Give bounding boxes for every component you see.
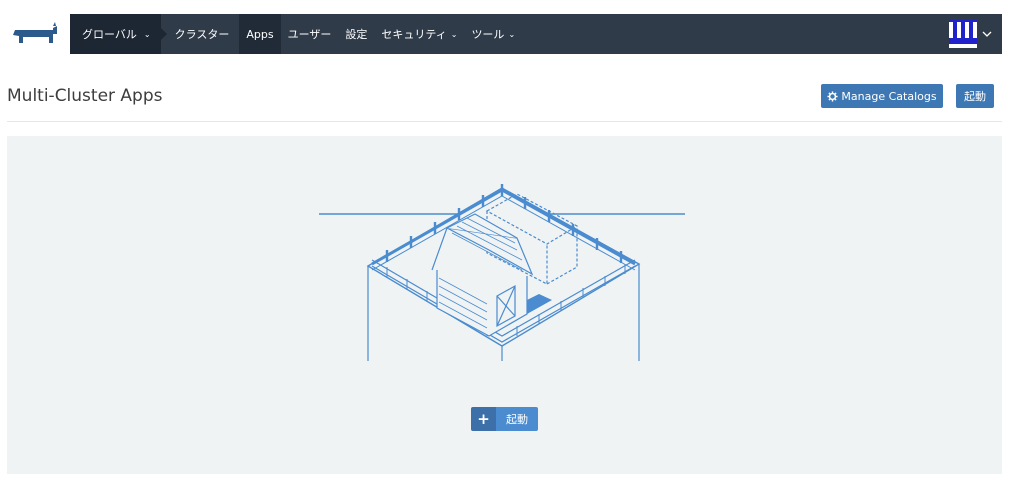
avatar-icon [949,20,977,48]
launch-button-label: 起動 [964,90,986,103]
manage-catalogs-button[interactable]: Manage Catalogs [821,84,943,108]
barn-farm-illustration [319,184,685,361]
launch-button[interactable]: 起動 [956,84,994,108]
gear-icon [827,90,838,102]
nav-item-cluster[interactable]: クラスター [160,14,240,54]
nav-item-security-label: セキュリティ [381,28,447,41]
nav-item-tools[interactable]: ツール ⌄ [464,14,522,54]
empty-state-launch-button[interactable]: + 起動 [471,407,538,431]
nav-item-apps[interactable]: Apps [239,14,281,54]
chevron-down-icon [982,31,992,37]
chevron-down-icon: ⌄ [450,29,458,39]
nav-item-tools-label: ツール [471,28,505,41]
chevron-down-icon: ⌄ [508,29,516,39]
header-divider [7,121,1002,122]
empty-state-launch-label: 起動 [496,407,538,431]
nav-item-apps-label: Apps [246,27,274,41]
empty-state-panel: + 起動 [7,136,1002,474]
nav-item-users-label: ユーザー [287,28,332,41]
nav-item-cluster-label: クラスター [174,28,230,41]
page-title: Multi-Cluster Apps [7,86,163,106]
global-scope-dropdown[interactable]: グローバル ⌄ [70,14,161,54]
manage-catalogs-label: Manage Catalogs [841,89,937,103]
nav-item-settings[interactable]: 設定 [338,14,374,54]
user-menu[interactable] [949,20,992,48]
rancher-logo-icon[interactable] [0,14,70,54]
plus-icon: + [471,407,496,431]
global-scope-label: グローバル [82,28,137,41]
nav-item-settings-label: 設定 [345,28,368,41]
top-nav-bar: グローバル ⌄ クラスター Apps ユーザー 設定 セキュリティ ⌄ ツール … [0,14,1002,54]
nav-item-users[interactable]: ユーザー [281,14,339,54]
chevron-down-icon: ⌄ [143,29,151,39]
nav-item-security[interactable]: セキュリティ ⌄ [374,14,464,54]
